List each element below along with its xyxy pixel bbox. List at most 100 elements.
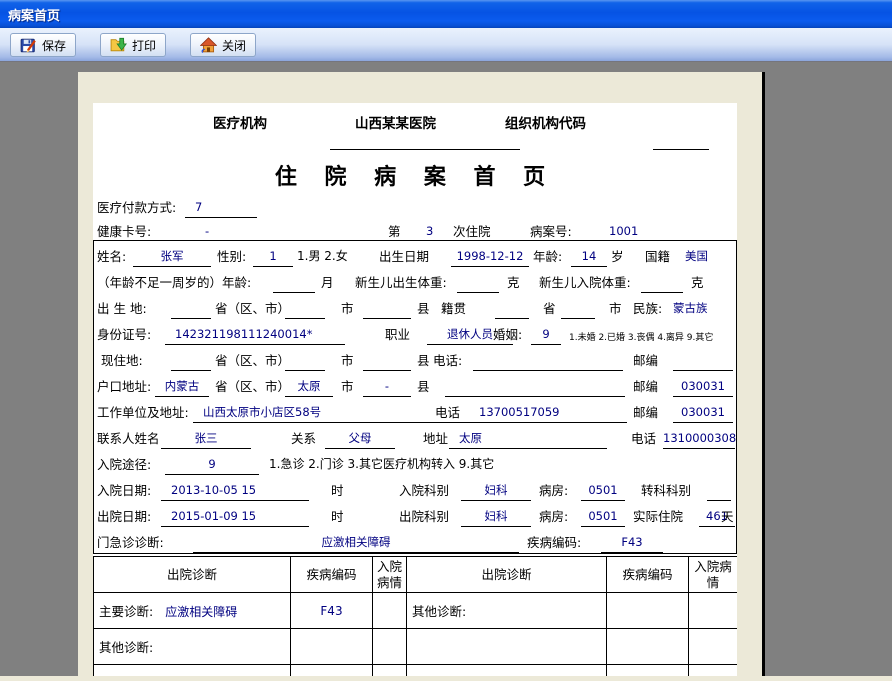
field-slot[interactable] [171, 300, 211, 319]
field-label: 克 [691, 275, 704, 290]
field-value[interactable]: 内蒙古 [155, 378, 209, 397]
form-line: 现住地: 省（区、市） 市 县电话: 邮编 [93, 349, 737, 375]
field-slot[interactable] [285, 352, 325, 371]
field-value[interactable]: 0501 [581, 482, 625, 501]
field-label: 县 [417, 301, 430, 316]
save-button[interactable]: 保存 [10, 33, 77, 57]
diagnosis-cell [372, 628, 407, 665]
field-slot[interactable] [495, 300, 529, 319]
field-value[interactable]: 14 [571, 248, 607, 267]
field-label: 籍贯 [441, 301, 467, 316]
field-label: 时 [331, 483, 344, 498]
diagnosis-header-cell: 入院病情 [688, 556, 737, 593]
form-line: 出院日期: 2015-01-09 15 时出院科别 妇科 病房: 0501 实际住院 461 天 [93, 505, 737, 531]
field-value: - [205, 224, 210, 238]
field-value[interactable]: - [363, 378, 411, 397]
field-label: 出 生 地: [97, 301, 147, 316]
field-label: 次住院 [453, 224, 491, 239]
field-label: 地址 [423, 431, 449, 446]
diagnosis-header-cell: 出院诊断 [406, 556, 607, 593]
field-value[interactable]: 应激相关障碍 [193, 534, 519, 553]
field-label: 实际住院 [633, 509, 684, 524]
field-slot[interactable] [457, 274, 499, 293]
print-icon [110, 37, 127, 54]
field-value[interactable]: 妇科 [461, 482, 531, 501]
field-value[interactable]: 张三 [161, 430, 251, 449]
field-label: 天 [721, 509, 734, 524]
field-value[interactable]: F43 [601, 534, 663, 553]
field-slot[interactable] [473, 352, 623, 371]
field-value[interactable]: 1998-12-12 [451, 248, 529, 267]
field-slot[interactable] [673, 352, 733, 371]
close-button[interactable]: 关闭 [190, 33, 257, 57]
field-label: 出院日期: [97, 509, 152, 524]
window-title: 病案首页 [8, 8, 61, 24]
field-value[interactable]: 太原 [449, 430, 607, 449]
field-label: 疾病编码: [527, 535, 582, 550]
field-value[interactable]: 妇科 [461, 508, 531, 527]
field-slot[interactable] [363, 300, 411, 319]
form-title: 住 院 病 案 首 页 [274, 165, 556, 190]
field-slot[interactable] [445, 378, 625, 397]
field-value: 1001 [609, 224, 639, 238]
diagnosis-cell [606, 628, 689, 665]
diagnosis-cell[interactable]: 其他诊断: [93, 628, 291, 665]
form-line: 姓名: 张军 性别: 1 1.男 2.女 出生日期 1998-12-12 年龄: 14 岁 国籍 美国 [93, 245, 737, 271]
field-label: 省（区、市） [215, 301, 291, 316]
field-value[interactable]: 13700517059 [469, 404, 627, 423]
field-value[interactable]: 2015-01-09 15 [161, 508, 309, 527]
field-value[interactable]: 张军 [133, 248, 211, 267]
field-slot[interactable] [285, 300, 325, 319]
field-label: 入院日期: [97, 483, 152, 498]
field-label: 第 [388, 224, 401, 239]
field-label: 工作单位及地址: [97, 405, 189, 420]
form-line: 身份证号: 142321198111240014* 职业 退休人员 婚姻: 9 1.未婚 2… [93, 323, 737, 349]
field-slot[interactable] [641, 274, 683, 293]
print-button[interactable]: 打印 [100, 33, 167, 57]
form-page: 住 院 病 案 首 页 出院诊断 疾病编码 入院病情 出院诊断 疾病编码 入院病情 主要诊断… [78, 72, 765, 681]
diagnosis-cell[interactable]: 其他诊断: [406, 592, 607, 629]
diagnosis-cell[interactable]: F43 [290, 592, 373, 629]
field-value[interactable]: 父母 [325, 430, 395, 449]
field-label: 克 [507, 275, 520, 290]
field-value[interactable]: 7 [185, 199, 257, 218]
field-slot[interactable] [561, 300, 595, 319]
field-label: 国籍 [645, 249, 671, 264]
field-value[interactable]: 030031 [673, 404, 733, 423]
field-value[interactable]: 9 [165, 456, 259, 475]
field-label: 转科科别 [641, 483, 692, 498]
diagnosis-cell [688, 628, 737, 665]
field-label: 新生儿入院体重: [539, 275, 631, 290]
field-slot[interactable] [273, 274, 315, 293]
field-slot[interactable] [171, 352, 211, 371]
field-value: 3 [426, 224, 434, 238]
field-label: 市 [609, 301, 622, 316]
field-label: 邮编 [633, 379, 659, 394]
field-value[interactable]: 142321198111240014* [165, 326, 345, 345]
field-label: 病案号: [530, 224, 572, 239]
field-label: 市 [341, 379, 354, 394]
field-label: 电话 [631, 431, 657, 446]
form-line: 医疗付款方式: 7 [93, 196, 737, 222]
diagnosis-header-cell: 疾病编码 [290, 556, 373, 593]
field-label: 市 [341, 353, 354, 368]
field-label: 电话: [433, 353, 463, 368]
field-value[interactable]: 2013-10-05 15 [161, 482, 309, 501]
field-value[interactable]: 1 [253, 248, 293, 267]
field-label: 入院科别 [399, 483, 450, 498]
diagnosis-cell [606, 664, 689, 676]
field-value[interactable]: 太原 [285, 378, 333, 397]
field-slot[interactable] [363, 352, 411, 371]
field-label: 时 [331, 509, 344, 524]
field-slot[interactable] [707, 482, 731, 501]
button-label: 保存 [42, 38, 67, 53]
field-label: 身份证号: [97, 327, 152, 342]
field-label: 邮编 [633, 353, 659, 368]
field-value[interactable]: 030031 [673, 378, 733, 397]
field-value[interactable]: 0501 [581, 508, 625, 527]
field-label: 病房: [539, 509, 569, 524]
field-value[interactable]: 9 [531, 326, 561, 345]
diagnosis-cell[interactable]: 主要诊断: 应激相关障碍 [93, 592, 291, 629]
button-label: 关闭 [222, 38, 247, 53]
field-value[interactable]: 13100003088 [663, 430, 737, 449]
